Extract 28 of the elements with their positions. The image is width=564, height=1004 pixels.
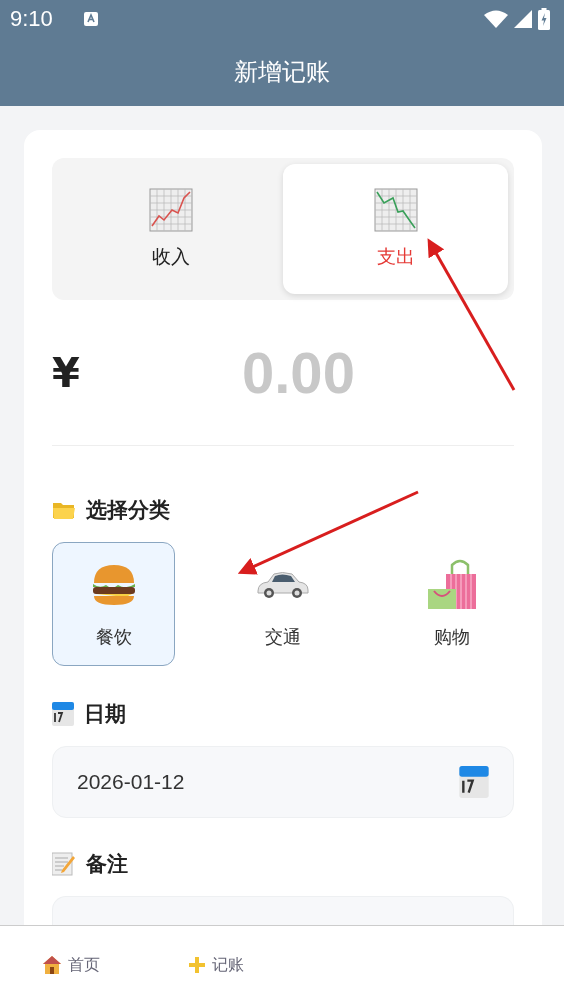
- shopping-bags-icon: [426, 559, 479, 611]
- battery-icon: [538, 8, 550, 30]
- note-field[interactable]: [52, 896, 514, 926]
- screen-title: 新增记账: [233, 57, 331, 88]
- plus-icon: [188, 956, 206, 974]
- house-icon: [42, 955, 62, 975]
- currency-symbol: ¥: [52, 349, 81, 396]
- category-option[interactable]: 餐饮: [52, 542, 176, 666]
- status-time: 9:10: [10, 6, 53, 32]
- nav-tab[interactable]: 首页: [42, 954, 100, 976]
- section-heading: 选择分类: [86, 497, 170, 524]
- keyboard-icon: [82, 11, 99, 27]
- calendar-icon: [52, 702, 74, 726]
- chart-down-icon: [373, 188, 418, 232]
- category-option[interactable]: 交通: [221, 542, 345, 666]
- section-heading: 备注: [86, 851, 128, 878]
- chart-up-icon: [148, 188, 193, 232]
- date-field[interactable]: 2026-01-12: [52, 746, 514, 818]
- signal-icon: [514, 10, 532, 28]
- memo-icon: [52, 852, 76, 876]
- category-option[interactable]: 购物: [390, 542, 514, 666]
- folder-icon: [52, 500, 76, 520]
- type-tab[interactable]: 收入: [58, 164, 283, 294]
- type-tab[interactable]: 支出: [283, 164, 508, 294]
- nav-tab[interactable]: 记账: [188, 954, 244, 976]
- wifi-icon: [484, 10, 508, 28]
- calendar-icon: [459, 766, 489, 798]
- section-heading: 日期: [84, 701, 126, 728]
